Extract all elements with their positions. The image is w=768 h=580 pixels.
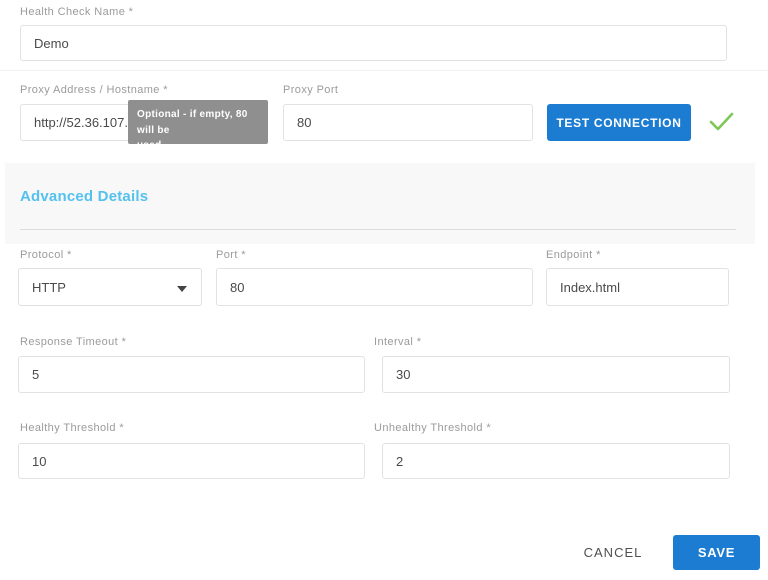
proxy-port-label: Proxy Port <box>283 84 338 96</box>
proxy-address-label: Proxy Address / Hostname * <box>20 84 168 96</box>
endpoint-label: Endpoint * <box>546 249 601 261</box>
health-check-name-input[interactable] <box>20 25 727 61</box>
healthy-threshold-input[interactable] <box>18 443 365 479</box>
cancel-button[interactable]: CANCEL <box>578 540 648 564</box>
protocol-select-value: HTTP <box>32 280 66 295</box>
unhealthy-threshold-label: Unhealthy Threshold * <box>374 422 491 434</box>
advanced-details-title: Advanced Details <box>20 188 148 205</box>
protocol-select[interactable]: HTTP <box>18 268 202 306</box>
advanced-details-divider <box>20 229 736 230</box>
tooltip-line-2: used. <box>137 138 260 154</box>
proxy-port-input[interactable] <box>283 104 533 141</box>
endpoint-input[interactable] <box>546 268 729 306</box>
response-timeout-input[interactable] <box>18 356 365 393</box>
port-label: Port * <box>216 249 246 261</box>
tooltip-line-1: Optional - if empty, 80 will be <box>137 107 260 138</box>
test-connection-button[interactable]: TEST CONNECTION <box>547 104 691 141</box>
protocol-label: Protocol * <box>20 249 72 261</box>
connection-success-check-icon <box>705 108 737 141</box>
chevron-down-icon <box>177 286 187 292</box>
port-input[interactable] <box>216 268 533 306</box>
proxy-port-tooltip: Optional - if empty, 80 will be used. <box>128 100 268 144</box>
interval-input[interactable] <box>382 356 730 393</box>
response-timeout-label: Response Timeout * <box>20 336 126 348</box>
health-check-name-label: Health Check Name * <box>20 6 133 18</box>
unhealthy-threshold-input[interactable] <box>382 443 730 479</box>
interval-label: Interval * <box>374 336 421 348</box>
save-button[interactable]: SAVE <box>673 535 760 570</box>
advanced-details-panel: Advanced Details <box>5 163 755 244</box>
healthy-threshold-label: Healthy Threshold * <box>20 422 124 434</box>
section-separator <box>0 70 768 71</box>
health-check-form: Health Check Name * Proxy Address / Host… <box>0 0 768 580</box>
